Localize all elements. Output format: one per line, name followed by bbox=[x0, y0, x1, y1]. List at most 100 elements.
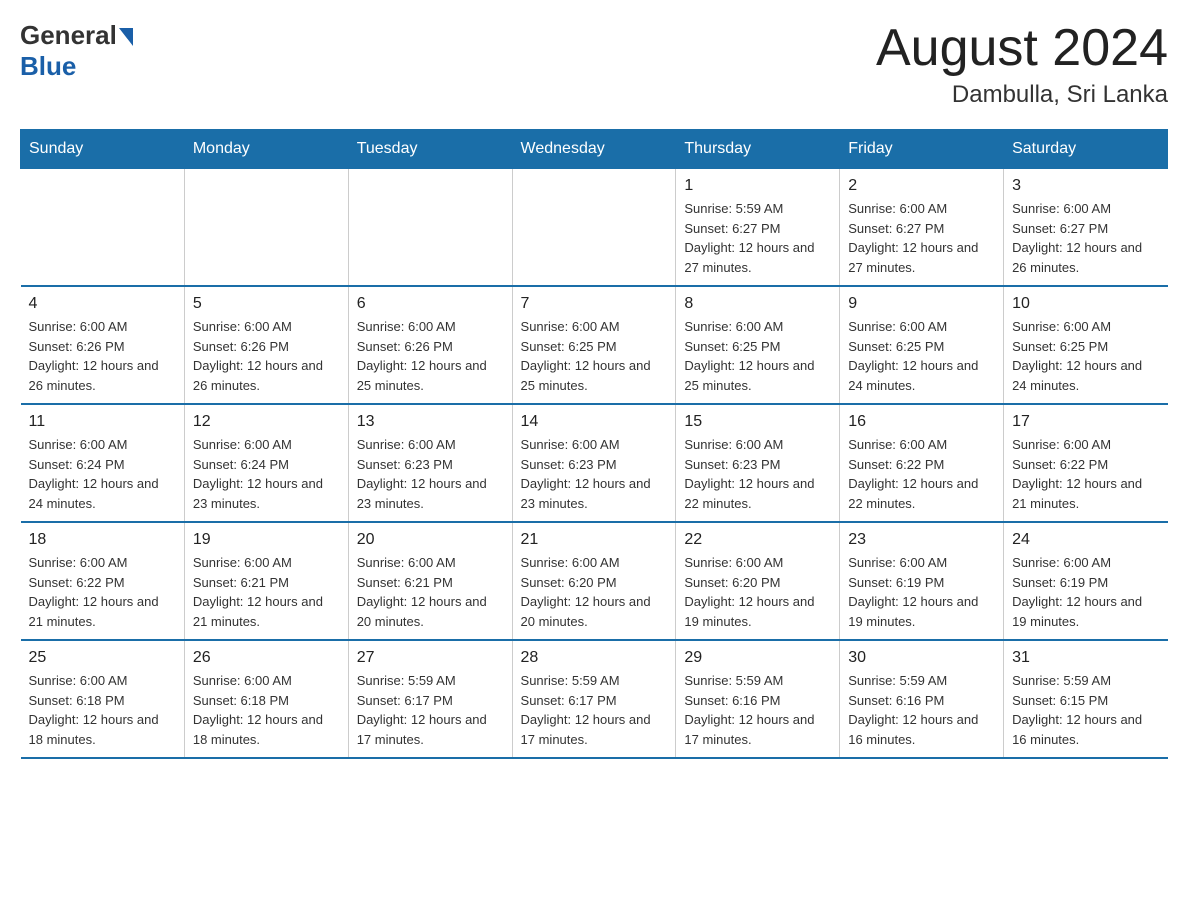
calendar-cell: 10Sunrise: 6:00 AMSunset: 6:25 PMDayligh… bbox=[1004, 286, 1168, 404]
calendar-cell: 2 Sunrise: 6:00 AMSunset: 6:27 PMDaylight… bbox=[840, 169, 1004, 287]
calendar-cell: 13 Sunrise: 6:00 AMSunset: 6:23 PMDayligh… bbox=[348, 404, 512, 522]
calendar-week-row: 4 Sunrise: 6:00 AMSunset: 6:26 PMDaylight… bbox=[21, 286, 1168, 404]
day-number: 20 bbox=[357, 531, 504, 549]
page-header: General Blue August 2024 Dambulla, Sri L… bbox=[20, 20, 1168, 109]
day-info: Sunrise: 5:59 AMSunset: 6:27 PMDaylight:… bbox=[684, 199, 831, 277]
calendar-table: SundayMondayTuesdayWednesdayThursdayFrid… bbox=[20, 129, 1168, 759]
day-header-sunday: Sunday bbox=[21, 130, 185, 169]
day-info: Sunrise: 6:00 AMSunset: 6:22 PMDaylight:… bbox=[848, 435, 995, 513]
day-number: 29 bbox=[684, 649, 831, 667]
calendar-cell: 6 Sunrise: 6:00 AMSunset: 6:26 PMDaylight… bbox=[348, 286, 512, 404]
calendar-cell: 15 Sunrise: 6:00 AMSunset: 6:23 PMDayligh… bbox=[676, 404, 840, 522]
calendar-cell: 7Sunrise: 6:00 AMSunset: 6:25 PMDaylight… bbox=[512, 286, 676, 404]
calendar-cell: 19Sunrise: 6:00 AMSunset: 6:21 PMDayligh… bbox=[184, 522, 348, 640]
calendar-cell: 4 Sunrise: 6:00 AMSunset: 6:26 PMDaylight… bbox=[21, 286, 185, 404]
day-info: Sunrise: 5:59 AMSunset: 6:17 PMDaylight:… bbox=[357, 671, 504, 749]
day-info: Sunrise: 6:00 AMSunset: 6:18 PMDaylight:… bbox=[29, 671, 176, 749]
calendar-cell: 30 Sunrise: 5:59 AMSunset: 6:16 PMDayligh… bbox=[840, 640, 1004, 758]
day-header-friday: Friday bbox=[840, 130, 1004, 169]
calendar-cell: 23Sunrise: 6:00 AMSunset: 6:19 PMDayligh… bbox=[840, 522, 1004, 640]
calendar-header-row: SundayMondayTuesdayWednesdayThursdayFrid… bbox=[21, 130, 1168, 169]
day-number: 14 bbox=[521, 413, 668, 431]
day-number: 19 bbox=[193, 531, 340, 549]
day-info: Sunrise: 6:00 AMSunset: 6:20 PMDaylight:… bbox=[684, 553, 831, 631]
calendar-cell: 18 Sunrise: 6:00 AMSunset: 6:22 PMDayligh… bbox=[21, 522, 185, 640]
day-number: 4 bbox=[29, 295, 176, 313]
calendar-week-row: 1 Sunrise: 5:59 AMSunset: 6:27 PMDaylight… bbox=[21, 169, 1168, 287]
day-info: Sunrise: 6:00 AMSunset: 6:26 PMDaylight:… bbox=[29, 317, 176, 395]
calendar-cell: 1 Sunrise: 5:59 AMSunset: 6:27 PMDaylight… bbox=[676, 169, 840, 287]
calendar-cell bbox=[21, 169, 185, 287]
day-info: Sunrise: 6:00 AMSunset: 6:25 PMDaylight:… bbox=[848, 317, 995, 395]
logo: General Blue bbox=[20, 20, 133, 82]
day-info: Sunrise: 6:00 AMSunset: 6:20 PMDaylight:… bbox=[521, 553, 668, 631]
day-number: 18 bbox=[29, 531, 176, 549]
calendar-cell: 24 Sunrise: 6:00 AMSunset: 6:19 PMDayligh… bbox=[1004, 522, 1168, 640]
day-info: Sunrise: 5:59 AMSunset: 6:16 PMDaylight:… bbox=[684, 671, 831, 749]
day-info: Sunrise: 6:00 AMSunset: 6:23 PMDaylight:… bbox=[357, 435, 504, 513]
day-info: Sunrise: 6:00 AMSunset: 6:27 PMDaylight:… bbox=[1012, 199, 1159, 277]
day-number: 12 bbox=[193, 413, 340, 431]
calendar-cell: 22 Sunrise: 6:00 AMSunset: 6:20 PMDayligh… bbox=[676, 522, 840, 640]
day-number: 27 bbox=[357, 649, 504, 667]
day-header-monday: Monday bbox=[184, 130, 348, 169]
day-info: Sunrise: 6:00 AMSunset: 6:22 PMDaylight:… bbox=[29, 553, 176, 631]
month-title: August 2024 bbox=[876, 20, 1168, 77]
calendar-cell bbox=[348, 169, 512, 287]
calendar-cell: 9 Sunrise: 6:00 AMSunset: 6:25 PMDaylight… bbox=[840, 286, 1004, 404]
calendar-cell bbox=[184, 169, 348, 287]
day-number: 16 bbox=[848, 413, 995, 431]
calendar-week-row: 11 Sunrise: 6:00 AMSunset: 6:24 PMDayligh… bbox=[21, 404, 1168, 522]
day-header-wednesday: Wednesday bbox=[512, 130, 676, 169]
day-info: Sunrise: 6:00 AMSunset: 6:19 PMDaylight:… bbox=[848, 553, 995, 631]
calendar-cell: 3Sunrise: 6:00 AMSunset: 6:27 PMDaylight… bbox=[1004, 169, 1168, 287]
day-info: Sunrise: 6:00 AMSunset: 6:26 PMDaylight:… bbox=[357, 317, 504, 395]
day-number: 10 bbox=[1012, 295, 1159, 313]
calendar-cell: 12 Sunrise: 6:00 AMSunset: 6:24 PMDayligh… bbox=[184, 404, 348, 522]
day-number: 9 bbox=[848, 295, 995, 313]
location-title: Dambulla, Sri Lanka bbox=[876, 81, 1168, 109]
day-number: 30 bbox=[848, 649, 995, 667]
day-number: 2 bbox=[848, 177, 995, 195]
day-number: 1 bbox=[684, 177, 831, 195]
calendar-cell: 14 Sunrise: 6:00 AMSunset: 6:23 PMDayligh… bbox=[512, 404, 676, 522]
calendar-cell: 31Sunrise: 5:59 AMSunset: 6:15 PMDayligh… bbox=[1004, 640, 1168, 758]
day-info: Sunrise: 6:00 AMSunset: 6:22 PMDaylight:… bbox=[1012, 435, 1159, 513]
day-number: 6 bbox=[357, 295, 504, 313]
day-number: 15 bbox=[684, 413, 831, 431]
day-info: Sunrise: 5:59 AMSunset: 6:17 PMDaylight:… bbox=[521, 671, 668, 749]
calendar-cell: 16 Sunrise: 6:00 AMSunset: 6:22 PMDayligh… bbox=[840, 404, 1004, 522]
calendar-cell: 17Sunrise: 6:00 AMSunset: 6:22 PMDayligh… bbox=[1004, 404, 1168, 522]
day-info: Sunrise: 6:00 AMSunset: 6:27 PMDaylight:… bbox=[848, 199, 995, 277]
day-number: 13 bbox=[357, 413, 504, 431]
day-info: Sunrise: 6:00 AMSunset: 6:19 PMDaylight:… bbox=[1012, 553, 1159, 631]
calendar-cell: 29 Sunrise: 5:59 AMSunset: 6:16 PMDayligh… bbox=[676, 640, 840, 758]
day-number: 7 bbox=[521, 295, 668, 313]
day-header-saturday: Saturday bbox=[1004, 130, 1168, 169]
calendar-cell bbox=[512, 169, 676, 287]
calendar-cell: 5 Sunrise: 6:00 AMSunset: 6:26 PMDaylight… bbox=[184, 286, 348, 404]
day-number: 8 bbox=[684, 295, 831, 313]
day-info: Sunrise: 6:00 AMSunset: 6:23 PMDaylight:… bbox=[521, 435, 668, 513]
logo-general-text: General bbox=[20, 20, 117, 51]
calendar-cell: 20 Sunrise: 6:00 AMSunset: 6:21 PMDayligh… bbox=[348, 522, 512, 640]
day-number: 21 bbox=[521, 531, 668, 549]
calendar-week-row: 25Sunrise: 6:00 AMSunset: 6:18 PMDayligh… bbox=[21, 640, 1168, 758]
day-info: Sunrise: 6:00 AMSunset: 6:24 PMDaylight:… bbox=[193, 435, 340, 513]
day-number: 5 bbox=[193, 295, 340, 313]
day-info: Sunrise: 6:00 AMSunset: 6:23 PMDaylight:… bbox=[684, 435, 831, 513]
day-info: Sunrise: 5:59 AMSunset: 6:16 PMDaylight:… bbox=[848, 671, 995, 749]
day-number: 11 bbox=[29, 413, 176, 431]
calendar-cell: 25Sunrise: 6:00 AMSunset: 6:18 PMDayligh… bbox=[21, 640, 185, 758]
logo-arrow-icon bbox=[119, 28, 133, 46]
day-info: Sunrise: 6:00 AMSunset: 6:26 PMDaylight:… bbox=[193, 317, 340, 395]
day-info: Sunrise: 6:00 AMSunset: 6:24 PMDaylight:… bbox=[29, 435, 176, 513]
day-info: Sunrise: 6:00 AMSunset: 6:21 PMDaylight:… bbox=[357, 553, 504, 631]
day-number: 22 bbox=[684, 531, 831, 549]
calendar-cell: 11 Sunrise: 6:00 AMSunset: 6:24 PMDayligh… bbox=[21, 404, 185, 522]
day-number: 24 bbox=[1012, 531, 1159, 549]
calendar-cell: 21 Sunrise: 6:00 AMSunset: 6:20 PMDayligh… bbox=[512, 522, 676, 640]
title-block: August 2024 Dambulla, Sri Lanka bbox=[876, 20, 1168, 109]
calendar-cell: 26Sunrise: 6:00 AMSunset: 6:18 PMDayligh… bbox=[184, 640, 348, 758]
day-number: 28 bbox=[521, 649, 668, 667]
